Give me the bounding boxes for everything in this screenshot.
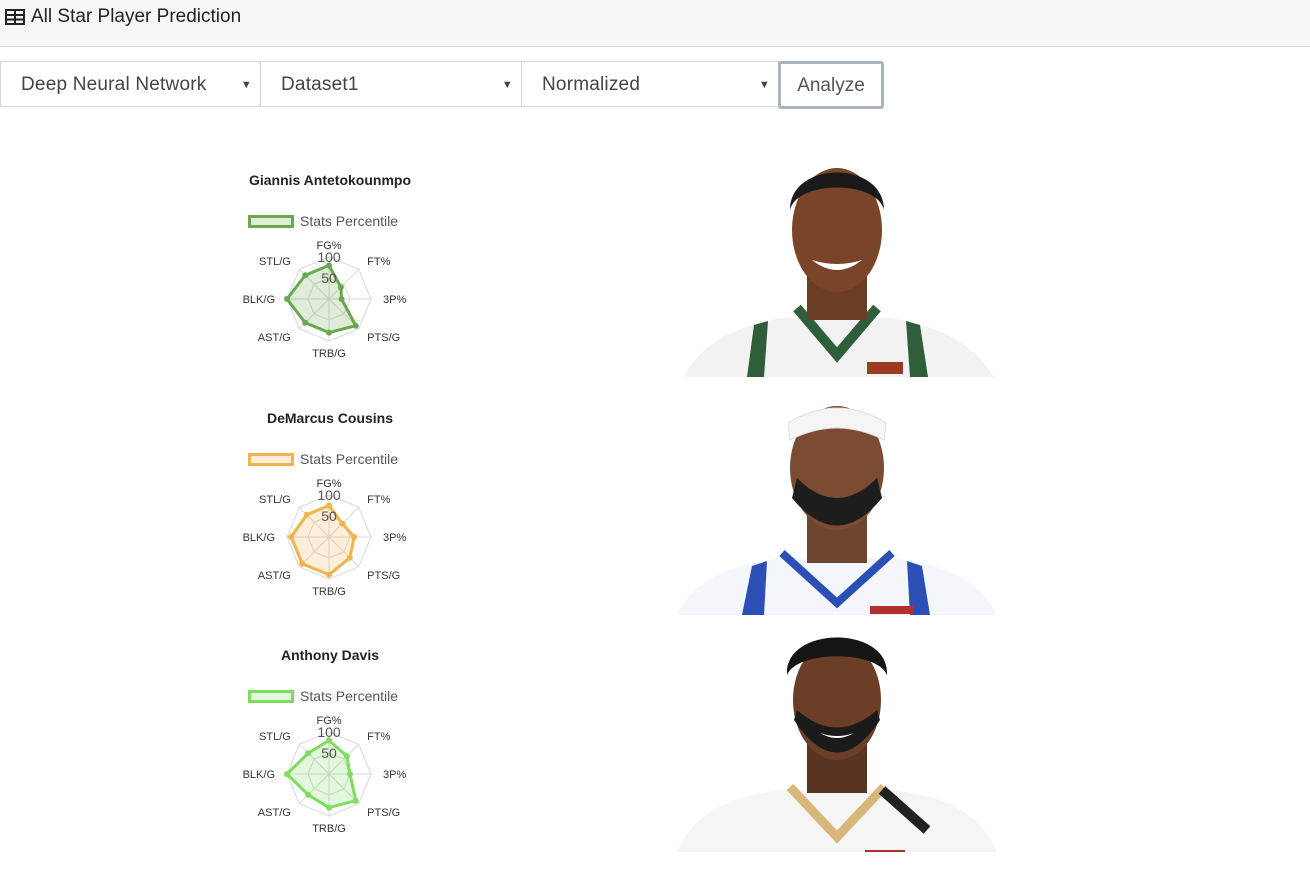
player-photo <box>672 378 1002 615</box>
radar-axis-label: TRB/G <box>312 586 346 597</box>
radar-axis-label: TRB/G <box>312 823 346 834</box>
model-select-value: Deep Neural Network <box>21 74 207 95</box>
radar-axis-label: PTS/G <box>367 570 400 582</box>
radar-axis-label: FG% <box>316 478 341 490</box>
table-icon <box>5 9 25 25</box>
radar-data-point <box>284 771 290 777</box>
legend-label: Stats Percentile <box>300 213 399 229</box>
radar-data-point <box>338 296 345 302</box>
player-name: Anthony Davis <box>280 647 379 663</box>
radar-data-point <box>284 296 290 302</box>
radar-axis-label: FG% <box>316 715 341 727</box>
radar-axis-label: AST/G <box>258 570 291 582</box>
radar-axis-label: FT% <box>367 731 390 743</box>
player-card: Giannis Antetokounmpo Stats Percentile 5… <box>0 140 1310 377</box>
radar-data-point <box>299 560 306 567</box>
stats-radar-chart: 50100FG%FT%3P%PTS/GTRB/GAST/GBLK/GSTL/G <box>243 478 407 597</box>
legend-label: Stats Percentile <box>300 451 399 467</box>
radar-axis-label: 3P% <box>383 769 406 781</box>
radar-data-point <box>343 753 350 760</box>
radar-axis-label: 3P% <box>383 532 406 544</box>
radar-axis-label: TRB/G <box>312 348 346 359</box>
chevron-down-icon: ▼ <box>240 79 252 91</box>
radar-data-point <box>351 534 358 540</box>
legend-swatch <box>248 689 294 703</box>
player-card: Anthony Davis Stats Percentile 50 100 FG% F… <box>0 615 1310 852</box>
chart-legend[interactable]: Stats Percentile <box>248 212 398 230</box>
radar-axis-label: PTS/G <box>367 807 400 819</box>
dataset-select[interactable]: Dataset1 ▼ <box>260 61 522 107</box>
top-navbar: All Star Player Prediction <box>0 0 1310 47</box>
radar-axis-label: FT% <box>367 256 390 268</box>
radar-data-point <box>305 791 312 798</box>
radar-data-point <box>302 272 309 279</box>
dataset-select-value: Dataset1 <box>281 74 359 95</box>
radar-data-point <box>326 329 332 336</box>
chart-legend[interactable]: Stats Percentile <box>248 687 398 705</box>
model-select[interactable]: Deep Neural Network ▼ <box>0 61 261 107</box>
chevron-down-icon: ▼ <box>501 79 513 91</box>
radar-data-point <box>352 322 359 329</box>
player-card: DeMarcus Cousins Stats Percentile 50 100 F… <box>0 378 1310 615</box>
radar-axis-label: STL/G <box>259 731 291 743</box>
radar-data-point <box>352 797 359 804</box>
radar-axis-label: BLK/G <box>243 294 275 306</box>
app-brand[interactable]: All Star Player Prediction <box>5 6 241 28</box>
radar-axis-label: BLK/G <box>243 532 275 544</box>
legend-swatch <box>248 214 294 228</box>
player-name: Giannis Antetokounmpo <box>248 172 412 188</box>
radar-data-point <box>346 554 353 561</box>
player-name: DeMarcus Cousins <box>266 410 394 426</box>
stats-radar-chart: 50100FG%FT%3P%PTS/GTRB/GAST/GBLK/GSTL/G <box>243 240 407 359</box>
chevron-down-icon: ▼ <box>758 79 770 91</box>
next-player-photo <box>806 876 866 882</box>
radar-data-point <box>305 750 312 757</box>
radar-tick-label: 50 <box>321 745 337 761</box>
radar-data-point <box>326 804 332 811</box>
player-photo <box>672 615 1002 852</box>
radar-tick-label: 50 <box>321 508 337 524</box>
radar-axis-label: AST/G <box>258 807 291 819</box>
radar-data-point <box>339 520 346 527</box>
radar-axis-label: STL/G <box>259 494 291 506</box>
player-photo <box>672 140 1002 377</box>
legend-swatch <box>248 452 294 466</box>
chart-legend[interactable]: Stats Percentile <box>248 450 398 468</box>
radar-data-point <box>302 319 309 326</box>
radar-axis-label: FG% <box>316 240 341 252</box>
normalization-select-value: Normalized <box>542 74 641 95</box>
radar-axis-label: AST/G <box>258 332 291 344</box>
legend-label: Stats Percentile <box>300 688 399 704</box>
radar-axis-label: 3P% <box>383 294 406 306</box>
normalization-select[interactable]: Normalized ▼ <box>521 61 779 107</box>
stats-radar-chart: 50100FG%FT%3P%PTS/GTRB/GAST/GBLK/GSTL/G <box>243 715 407 834</box>
radar-data-point <box>337 284 344 291</box>
radar-data-point <box>288 534 295 540</box>
radar-data-point <box>326 571 332 578</box>
radar-axis-label: STL/G <box>259 256 291 268</box>
radar-axis-label: BLK/G <box>243 769 275 781</box>
analyze-button[interactable]: Analyze <box>778 61 884 109</box>
radar-data-point <box>303 511 310 518</box>
app-title: All Star Player Prediction <box>31 6 242 27</box>
radar-data-point <box>347 771 353 777</box>
radar-axis-label: PTS/G <box>367 332 400 344</box>
radar-axis-label: FT% <box>367 494 390 506</box>
radar-tick-label: 50 <box>321 270 337 286</box>
